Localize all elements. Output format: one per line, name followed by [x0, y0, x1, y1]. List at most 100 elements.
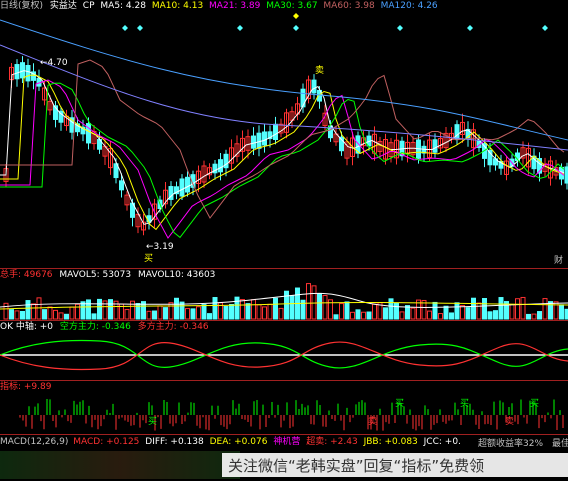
signal-mark-6: 买 — [148, 417, 158, 427]
volume-bar — [372, 303, 377, 320]
chaomai-value: 超卖: +2.43 — [306, 437, 358, 447]
volume-bar — [361, 311, 366, 320]
volume-bar — [229, 303, 234, 320]
volume-bar — [306, 283, 311, 320]
macd-header: MACD(12,26,9) MACD: +0.125 DIFF: +0.138 … — [0, 437, 461, 448]
volume-bar — [201, 304, 207, 320]
marker-diamond — [467, 25, 473, 31]
volume-bar — [542, 298, 548, 320]
dea-value: DEA: +0.076 — [209, 437, 268, 447]
volume-bar — [168, 302, 174, 320]
volume-bar — [14, 310, 20, 320]
volume-bar — [86, 299, 91, 320]
volume-bar — [339, 303, 344, 320]
volume-bar — [438, 313, 443, 320]
volume-bar — [91, 313, 97, 320]
candle-body — [251, 135, 256, 149]
volume-header: 总手: 49676 MAVOL5: 53073 MAVOL10: 43603 — [0, 270, 215, 281]
volume-bar — [58, 312, 64, 320]
volume-bar — [185, 308, 190, 320]
ma30-value: MA30: 3.67 — [266, 1, 318, 11]
signal-mark-4: 买 — [530, 399, 540, 409]
volume-bar — [383, 307, 388, 320]
volume-bar — [3, 302, 9, 320]
volume-bar — [31, 303, 36, 320]
volume-bar — [278, 307, 284, 320]
signal-panel[interactable]: 指标: +9.89 买 卖 买 买 卖 买 — [0, 380, 568, 435]
signal-title: 指标: +9.89 — [0, 382, 52, 392]
long-force-value: 多方主力: -0.346 — [137, 322, 209, 332]
jbb-value: JBB: +0.083 — [363, 437, 418, 447]
volume-bar — [526, 313, 531, 320]
volume-bar — [163, 307, 168, 320]
signal-mark-1: 买 — [395, 399, 405, 409]
candle-body — [454, 124, 460, 140]
volume-bar — [520, 296, 526, 320]
volume-bar — [9, 309, 14, 320]
volume-bar — [267, 303, 273, 320]
marker-diamond — [122, 25, 128, 31]
volume-bar — [548, 301, 553, 320]
volume-bar — [47, 306, 53, 320]
indicator-name: 实益达 — [49, 1, 77, 11]
short-force-value: 空方主力: -0.346 — [59, 322, 131, 332]
volume-bar — [537, 311, 542, 320]
volume-bar — [69, 306, 75, 320]
volume-bar — [355, 309, 361, 320]
volume-bar — [399, 311, 405, 320]
marker-diamond — [293, 13, 299, 19]
marker-diamond — [293, 25, 299, 31]
candle-body — [25, 64, 31, 82]
ma30-line — [0, 82, 565, 239]
volume-bar — [493, 310, 498, 320]
volume-panel[interactable]: 总手: 49676 MAVOL5: 53073 MAVOL10: 43603 — [0, 268, 568, 321]
volume-bar — [531, 313, 537, 320]
marker-diamond — [237, 25, 243, 31]
ma60-value: MA60: 3.98 — [323, 1, 375, 11]
volume-bar — [207, 313, 212, 320]
candle-body — [432, 139, 438, 153]
volume-bar — [108, 299, 113, 320]
volume-bar — [36, 297, 42, 320]
macd-panel[interactable]: MACD(12,26,9) MACD: +0.125 DIFF: +0.138 … — [0, 434, 568, 481]
volume-title: 总手: 49676 — [0, 270, 53, 280]
volume-bar — [240, 299, 245, 320]
candle-body — [262, 131, 267, 146]
macd-value: MACD: +0.125 — [73, 437, 140, 447]
candle-body — [300, 88, 306, 108]
volume-bar — [509, 303, 515, 320]
price-panel[interactable]: 日线(复权) 实益达 CP MA5: 4.28 MA10: 4.13 MA21:… — [0, 0, 568, 268]
oscillator-panel[interactable]: OK 中轴: +0 空方主力: -0.346 多方主力: -0.346 — [0, 320, 568, 381]
low-price-label: ←3.19 — [146, 242, 174, 252]
period-label[interactable]: 日线(复权) — [0, 1, 43, 11]
candle-body — [311, 79, 317, 94]
volume-bar — [146, 310, 152, 320]
volume-bar — [289, 295, 295, 320]
volume-bar — [174, 297, 179, 320]
volume-bar — [460, 305, 465, 320]
volume-bar — [152, 310, 157, 320]
volume-bar — [97, 298, 102, 320]
volume-bar — [471, 297, 476, 320]
volume-bar — [482, 298, 487, 320]
volume-bar — [20, 310, 25, 320]
candle-body — [179, 178, 185, 197]
candle-body — [273, 123, 278, 141]
ma21-value: MA21: 3.89 — [209, 1, 261, 11]
volume-bar — [366, 311, 372, 320]
marker-diamond — [397, 25, 403, 31]
volume-bar — [454, 302, 460, 320]
volume-bar — [124, 309, 130, 320]
volume-bar — [344, 301, 350, 320]
volume-bar — [515, 298, 520, 320]
volume-bar — [394, 302, 399, 320]
volume-bar — [256, 304, 262, 320]
high-price-label: ←4.70 — [40, 58, 68, 68]
right-mark: 财 — [554, 256, 564, 266]
candle-body — [119, 180, 124, 191]
ma120-value: MA120: 4.26 — [380, 1, 438, 11]
sell-mark: 卖 — [315, 66, 325, 76]
volume-bar — [42, 309, 47, 320]
volume-bar — [80, 301, 86, 320]
mavol10-value: MAVOL10: 43603 — [137, 270, 216, 280]
